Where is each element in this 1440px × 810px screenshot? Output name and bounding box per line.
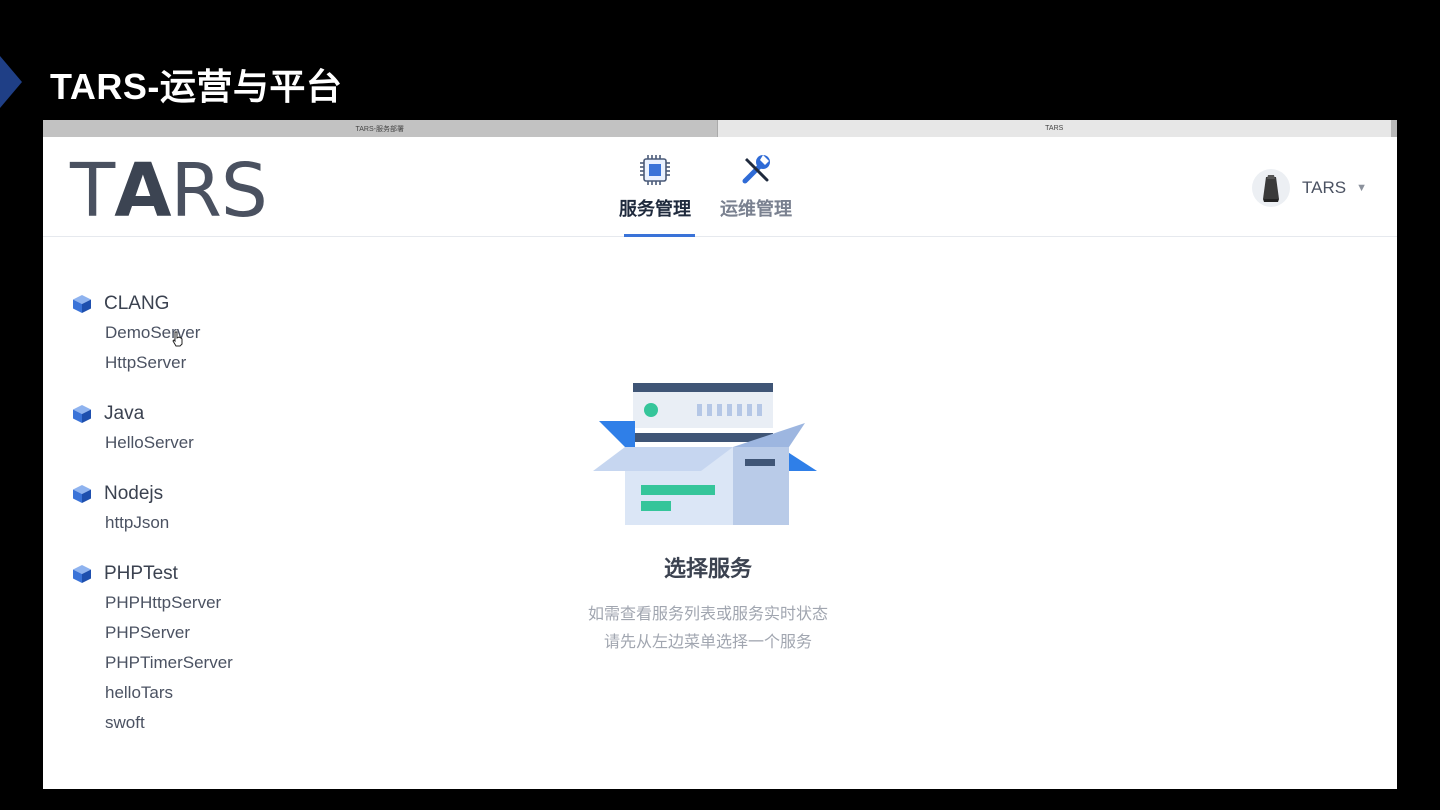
server-item-phphttpserver[interactable]: PHPHttpServer (71, 588, 371, 618)
app-group-name: Nodejs (104, 483, 164, 504)
server-item-httpserver[interactable]: HttpServer (71, 348, 371, 378)
app-group-phptest: PHPTest PHPHttpServer PHPServer PHPTimer… (71, 560, 371, 738)
avatar (1252, 169, 1291, 207)
tab-bar-edge (1391, 120, 1397, 137)
tab-ops-management[interactable]: 运维管理 (711, 153, 801, 237)
app-group-name: CLANG (104, 293, 170, 314)
service-tree-sidebar: CLANG DemoServer HttpServer Java HelloSe… (71, 290, 371, 760)
app-group-name: PHPTest (104, 563, 178, 584)
app-window: TARS-服务部署 TARS TARS 服务管理 运维管理 TARS ▼ CLA… (43, 120, 1397, 789)
empty-state-description: 如需查看服务列表或服务实时状态 请先从左边菜单选择一个服务 (543, 601, 873, 657)
empty-box-illustration (593, 383, 817, 525)
app-group-header[interactable]: CLANG (71, 290, 371, 318)
empty-state-title: 选择服务 (663, 556, 752, 581)
server-item-phpserver[interactable]: PHPServer (71, 618, 371, 648)
server-item-demoserver[interactable]: DemoServer (71, 318, 371, 348)
wrench-screwdriver-icon (742, 155, 770, 184)
app-group-clang: CLANG DemoServer HttpServer (71, 290, 371, 378)
active-tab-underline (624, 234, 695, 237)
app-header: TARS 服务管理 运维管理 TARS ▼ (43, 137, 1397, 237)
app-group-java: Java HelloServer (71, 400, 371, 458)
chevron-down-icon: ▼ (1356, 182, 1367, 194)
cube-icon (73, 485, 91, 503)
tab-service-management-label: 服务管理 (619, 199, 691, 219)
cube-icon (73, 295, 91, 313)
tars-logo[interactable]: TARS (70, 154, 268, 228)
user-name: TARS (1302, 178, 1347, 197)
empty-state: 选择服务 如需查看服务列表或服务实时状态 请先从左边菜单选择一个服务 (543, 375, 873, 657)
empty-state-line-2: 请先从左边菜单选择一个服务 (603, 634, 812, 651)
browser-tab-tars[interactable]: TARS (717, 120, 1391, 137)
app-group-header[interactable]: Nodejs (71, 480, 371, 508)
chip-icon (640, 155, 670, 185)
tab-service-management[interactable]: 服务管理 (610, 153, 700, 237)
slide-arrow-marker (0, 56, 22, 108)
tab-ops-management-label: 运维管理 (720, 199, 792, 219)
server-item-httpjson[interactable]: httpJson (71, 508, 371, 538)
browser-tab-deploy[interactable]: TARS-服务部署 (43, 120, 718, 137)
app-group-header[interactable]: Java (71, 400, 371, 428)
server-item-helloserver[interactable]: HelloServer (71, 428, 371, 458)
app-group-header[interactable]: PHPTest (71, 560, 371, 588)
browser-tab-bar: TARS-服务部署 TARS (43, 120, 1397, 137)
server-item-hellotars[interactable]: helloTars (71, 678, 371, 708)
app-group-nodejs: Nodejs httpJson (71, 480, 371, 538)
server-item-phptimerserver[interactable]: PHPTimerServer (71, 648, 371, 678)
cube-icon (73, 565, 91, 583)
avatar-figure-icon (1263, 175, 1280, 202)
empty-state-line-1: 如需查看服务列表或服务实时状态 (587, 606, 828, 623)
hand-cursor-icon (172, 331, 183, 347)
server-item-swoft[interactable]: swoft (71, 708, 371, 738)
cube-icon (73, 405, 91, 423)
user-menu[interactable]: TARS ▼ (1252, 169, 1367, 207)
app-group-name: Java (104, 403, 145, 424)
slide-title: TARS-运营与平台 (50, 66, 343, 107)
